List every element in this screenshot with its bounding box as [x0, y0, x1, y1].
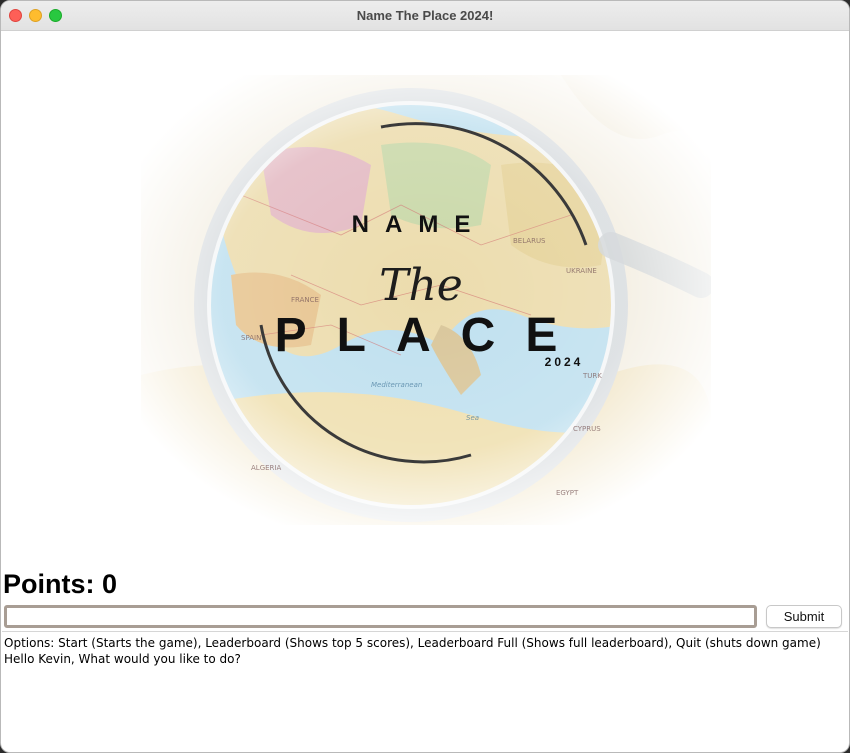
- map-label: FRANCE: [291, 296, 319, 304]
- map-label: SPAIN: [241, 334, 261, 342]
- logo-year-text: 2024: [545, 355, 584, 369]
- logo-banner: NAME The PLACE 2024 UKRAINE BELARUS FRAN…: [141, 75, 711, 525]
- map-label: TURK: [582, 372, 602, 380]
- logo-script-text: The: [379, 260, 463, 311]
- map-label: EGYPT: [556, 489, 579, 497]
- map-label: CYPRUS: [573, 425, 601, 433]
- console-line: Hello Kevin, What would you like to do?: [4, 652, 241, 666]
- magnifier-map-logo: NAME The PLACE 2024 UKRAINE BELARUS FRAN…: [141, 75, 711, 525]
- window-title: Name The Place 2024!: [356, 8, 494, 23]
- map-label: Mediterranean: [371, 381, 422, 389]
- submit-button[interactable]: Submit: [766, 605, 842, 628]
- map-label: UKRAINE: [566, 267, 597, 275]
- title-bar[interactable]: Name The Place 2024!: [1, 1, 849, 31]
- map-label: Sea: [466, 414, 479, 422]
- logo-place-text: PLACE: [275, 309, 588, 362]
- map-label: BELARUS: [513, 237, 546, 245]
- logo-name-text: NAME: [352, 211, 487, 238]
- answer-input[interactable]: [4, 605, 757, 628]
- output-console[interactable]: Options: Start (Starts the game), Leader…: [2, 631, 848, 749]
- points-label: Points: 0: [3, 569, 118, 599]
- app-window: Name The Place 2024! NAME The PLACE 2024…: [0, 0, 850, 753]
- console-line: Options: Start (Starts the game), Leader…: [4, 636, 821, 650]
- map-label: ALGERIA: [251, 464, 281, 472]
